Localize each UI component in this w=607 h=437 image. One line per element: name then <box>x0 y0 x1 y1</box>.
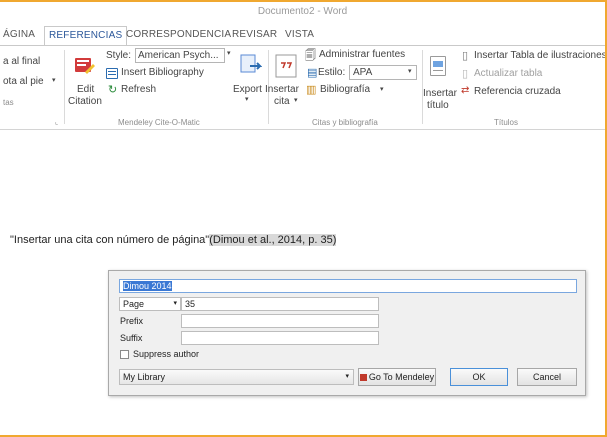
suffix-label: Suffix <box>120 333 143 343</box>
edit-citation-icon <box>75 58 95 74</box>
cross-reference-icon: ⇄ <box>461 85 470 96</box>
footnote-next-button[interactable]: ota al pie <box>3 76 44 87</box>
style-label: Estilo: <box>318 67 346 78</box>
update-table-icon: ▯ <box>462 68 469 80</box>
prefix-label: Prefix <box>120 316 144 326</box>
document-paragraph[interactable]: "Insertar una cita con número de página"… <box>10 234 337 246</box>
insert-caption-icon <box>430 56 446 76</box>
group-label-mendeley: Mendeley Cite-O-Matic <box>118 118 200 127</box>
chevron-down-icon: ▾ <box>227 50 231 57</box>
chevron-down-icon: ▾ <box>294 97 298 104</box>
insert-citation-icon <box>275 54 297 78</box>
ok-button[interactable]: OK <box>450 368 508 386</box>
tab-view[interactable]: VISTA <box>285 26 314 46</box>
manage-sources-icon: 🗐 <box>305 50 316 62</box>
group-separator <box>422 50 423 124</box>
style-label: Style: <box>106 50 132 61</box>
citation-style-select[interactable]: American Psych... <box>135 48 225 63</box>
chevron-down-icon: ▾ <box>380 86 384 93</box>
dialog-launcher-icon[interactable]: ⌞ <box>55 118 58 126</box>
table-figures-icon: ▯ <box>462 50 469 62</box>
bibliography-icon: ▥ <box>306 84 317 96</box>
chevron-down-icon: ▾ <box>408 68 412 75</box>
locator-value-input[interactable]: 35 <box>181 297 379 311</box>
mendeley-icon <box>359 374 367 382</box>
chevron-down-icon: ▾ <box>345 373 349 380</box>
chevron-down-icon: ▾ <box>52 77 56 84</box>
citation-search-input[interactable]: Dimou 2014 <box>119 279 577 293</box>
sentence-text: "Insertar una cita con número de página" <box>10 234 210 246</box>
tab-page-layout[interactable]: ÁGINA <box>3 26 35 46</box>
cancel-button[interactable]: Cancel <box>517 368 577 386</box>
edit-citation-dialog: Dimou 2014 Page ▾ 35 Prefix Suffix Suppr… <box>108 270 586 396</box>
checkbox-box <box>120 350 129 359</box>
word-window: Documento2 - Word ÁGINA REFERENCIAS CORR… <box>0 0 607 437</box>
group-label-citations: Citas y bibliografía <box>312 118 378 127</box>
style-icon: ▤ <box>307 67 318 79</box>
suffix-input[interactable] <box>181 331 379 345</box>
tab-references[interactable]: REFERENCIAS <box>44 26 128 46</box>
chevron-down-icon: ▾ <box>245 96 249 103</box>
citation-field[interactable]: (Dimou et al., 2014, p. 35) <box>209 234 337 246</box>
ribbon-tabs: ÁGINA REFERENCIAS CORRESPONDENCIA REVISA… <box>0 22 605 46</box>
group-separator <box>64 50 65 124</box>
refresh-icon: ↻ <box>108 84 118 96</box>
export-icon <box>240 54 262 73</box>
bibliography-icon <box>106 68 118 79</box>
group-label-footnotes: tas <box>3 98 14 107</box>
footnote-end-button[interactable]: a al final <box>3 56 40 67</box>
tab-review[interactable]: REVISAR <box>232 26 277 46</box>
window-title: Documento2 - Word <box>257 6 348 17</box>
chevron-down-icon: ▾ <box>173 300 177 307</box>
suppress-author-label: Suppress author <box>133 349 200 359</box>
go-to-mendeley-button[interactable]: Go To Mendeley <box>358 368 436 386</box>
bibliography-style-select[interactable]: APA ▾ <box>349 65 417 80</box>
group-label-captions: Títulos <box>494 118 519 127</box>
tab-mailings[interactable]: CORRESPONDENCIA <box>126 26 231 46</box>
locator-type-select[interactable]: Page ▾ <box>119 297 181 311</box>
prefix-input[interactable] <box>181 314 379 328</box>
ribbon: a al final ota al pie ▾ tas ⌞ Edit Citat… <box>0 45 605 130</box>
library-select[interactable]: My Library ▾ <box>119 369 354 385</box>
